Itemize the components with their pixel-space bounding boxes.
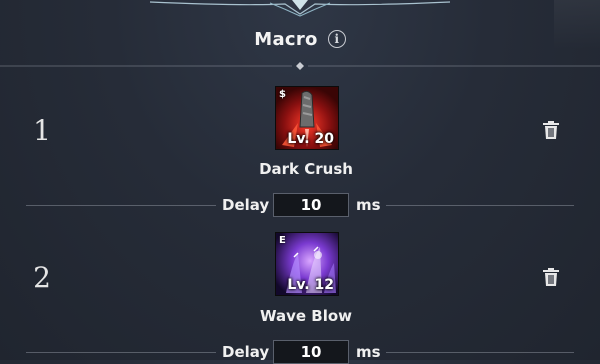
delay-divider-left [26,205,216,206]
delay-unit: ms [356,343,381,361]
skill-level: Lv. 12 [287,277,334,293]
delay-label: Delay [222,343,270,361]
header-divider [0,62,600,70]
delay-divider-right [386,205,574,206]
skill-tag: E [279,235,286,246]
trash-icon[interactable] [541,267,561,287]
delay-unit: ms [356,196,381,214]
delay-label: Delay [222,196,270,214]
macro-row-1: 1 $ Lv. 20 Dark Crush Delay 10 ms [0,72,600,217]
trash-icon[interactable] [541,120,561,140]
skill-name: Dark Crush [259,160,353,178]
info-icon[interactable]: i [327,30,346,48]
macro-header: Macro i [0,26,600,52]
page-title: Macro [254,28,318,50]
macro-row-2: 2 E Lv. 12 Wave Blow Delay 10 ms [0,219,600,364]
delay-divider-right [386,352,574,353]
delay-input[interactable] [273,340,349,364]
skill-tag: $ [279,89,286,100]
macro-index: 1 [33,114,51,147]
skill-name: Wave Blow [259,307,353,325]
dark-crush-skill-icon[interactable]: $ Lv. 20 [275,86,339,150]
wave-blow-skill-icon[interactable]: E Lv. 12 [275,232,339,296]
delay-input[interactable] [273,193,349,217]
top-ornament [149,0,451,17]
skill-level: Lv. 20 [287,131,334,147]
delay-divider-left [26,352,216,353]
macro-index: 2 [33,261,51,294]
